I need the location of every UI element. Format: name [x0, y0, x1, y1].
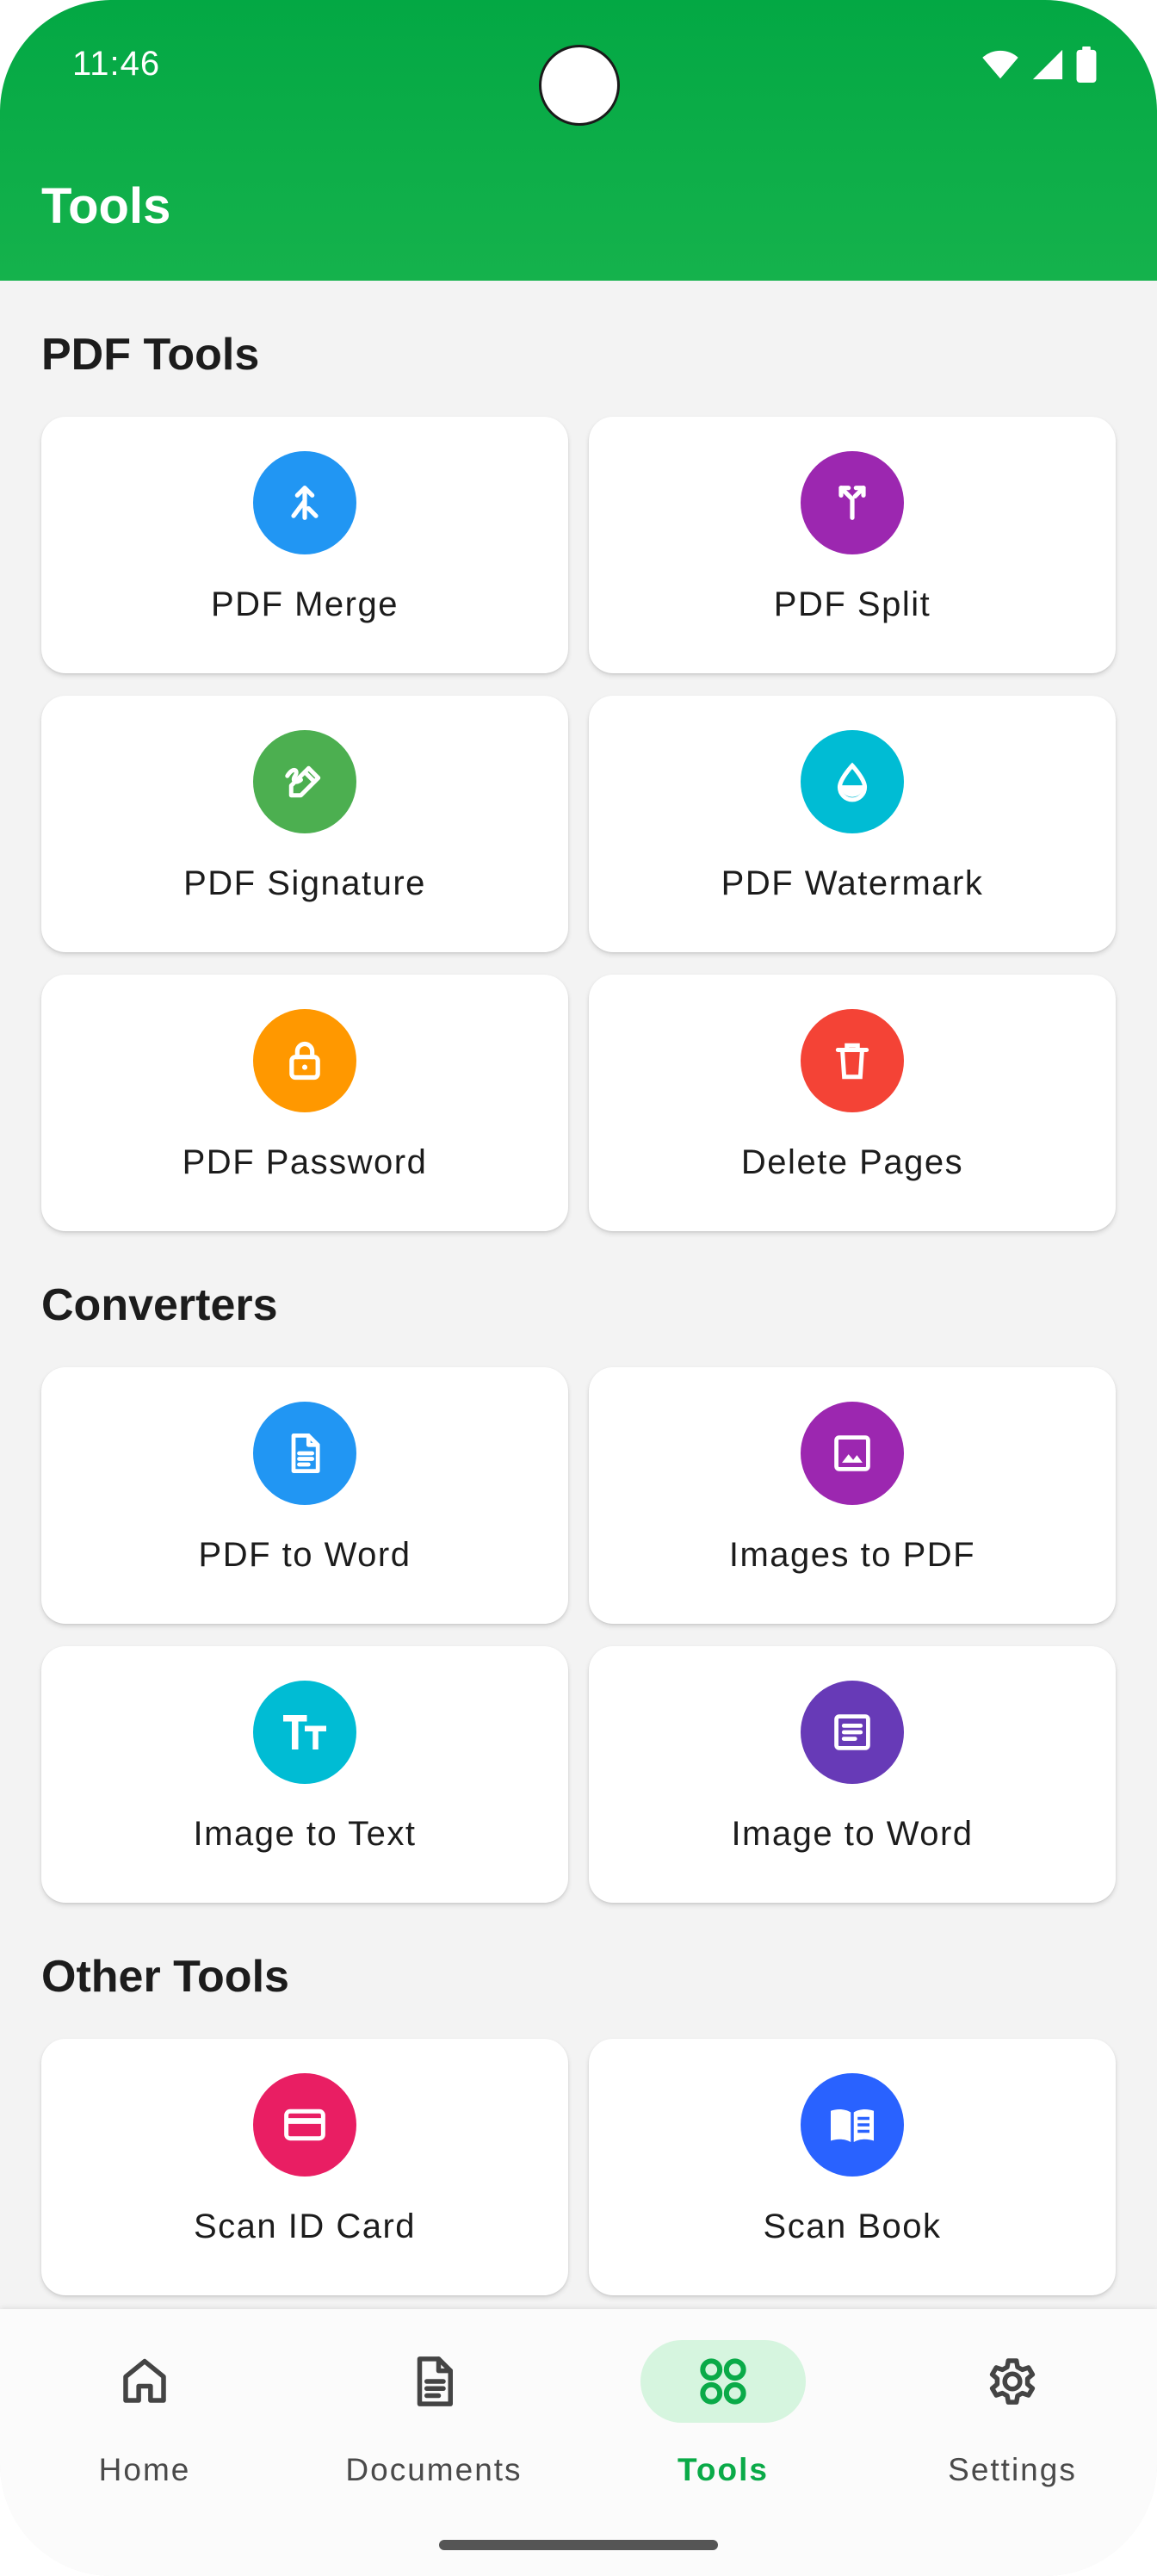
merge-icon [253, 451, 356, 554]
text-format-icon [253, 1681, 356, 1784]
nav-label-home: Home [98, 2452, 191, 2487]
tool-card-label: Scan Book [763, 2208, 942, 2245]
battery-icon [1076, 46, 1097, 83]
split-icon [801, 451, 904, 554]
tool-card-label: Image to Word [731, 1815, 974, 1853]
tool-card-label: PDF Signature [183, 864, 426, 902]
phone-screen: 11:46 Tools PDF Tools PDF Merge PDF Spli… [0, 0, 1157, 2576]
tool-card-label: PDF Password [182, 1143, 428, 1181]
gesture-home-bar[interactable] [439, 2540, 718, 2550]
nav-item-tools[interactable]: Tools [578, 2309, 868, 2499]
nav-label-tools: Tools [677, 2452, 769, 2487]
section-title-other-tools: Other Tools [41, 1952, 289, 2002]
tool-card-pdf-to-word[interactable]: PDF to Word [41, 1367, 568, 1624]
id-card-icon [253, 2073, 356, 2177]
app-bar: 11:46 Tools [0, 0, 1157, 281]
tool-card-delete-pages[interactable]: Delete Pages [589, 975, 1116, 1231]
tool-card-label: PDF Merge [211, 585, 399, 623]
tool-card-image-to-word[interactable]: Image to Word [589, 1646, 1116, 1903]
watermark-drop-icon [801, 730, 904, 833]
tool-card-label: PDF Split [773, 585, 931, 623]
tool-card-label: Image to Text [193, 1815, 417, 1853]
nav-label-settings: Settings [948, 2452, 1077, 2487]
signal-icon [1032, 49, 1063, 80]
bottom-navigation: Home Documents Tools Settings [0, 2309, 1157, 2576]
status-time: 11:46 [72, 45, 161, 83]
nav-item-home[interactable]: Home [0, 2309, 289, 2499]
tool-card-pdf-password[interactable]: PDF Password [41, 975, 568, 1231]
nav-item-documents[interactable]: Documents [289, 2309, 578, 2499]
image-icon [801, 1402, 904, 1505]
tool-card-pdf-split[interactable]: PDF Split [589, 417, 1116, 673]
documents-icon [351, 2340, 517, 2423]
tool-card-pdf-signature[interactable]: PDF Signature [41, 696, 568, 952]
tool-card-images-to-pdf[interactable]: Images to PDF [589, 1367, 1116, 1624]
tool-card-scan-book[interactable]: Scan Book [589, 2039, 1116, 2295]
section-title-pdf-tools: PDF Tools [41, 330, 260, 380]
home-icon [62, 2340, 227, 2423]
page-title: Tools [41, 178, 171, 234]
status-icons [981, 46, 1097, 83]
article-icon [801, 1681, 904, 1784]
tool-card-label: PDF to Word [198, 1536, 411, 1574]
tool-card-image-to-text[interactable]: Image to Text [41, 1646, 568, 1903]
tool-card-pdf-merge[interactable]: PDF Merge [41, 417, 568, 673]
wifi-icon [982, 50, 1018, 79]
grid-icon [640, 2340, 806, 2423]
gear-icon [930, 2340, 1095, 2423]
document-icon [253, 1402, 356, 1505]
tool-card-pdf-watermark[interactable]: PDF Watermark [589, 696, 1116, 952]
tool-card-label: Scan ID Card [193, 2208, 417, 2245]
section-title-converters: Converters [41, 1280, 278, 1330]
lock-icon [253, 1009, 356, 1112]
nav-label-documents: Documents [345, 2452, 523, 2487]
camera-cutout [539, 45, 620, 126]
tool-card-label: Images to PDF [728, 1536, 976, 1574]
trash-icon [801, 1009, 904, 1112]
nav-item-settings[interactable]: Settings [868, 2309, 1157, 2499]
signature-icon [253, 730, 356, 833]
tool-card-label: Delete Pages [740, 1143, 964, 1181]
tool-card-scan-id-card[interactable]: Scan ID Card [41, 2039, 568, 2295]
book-icon [801, 2073, 904, 2177]
tool-card-label: PDF Watermark [721, 864, 984, 902]
